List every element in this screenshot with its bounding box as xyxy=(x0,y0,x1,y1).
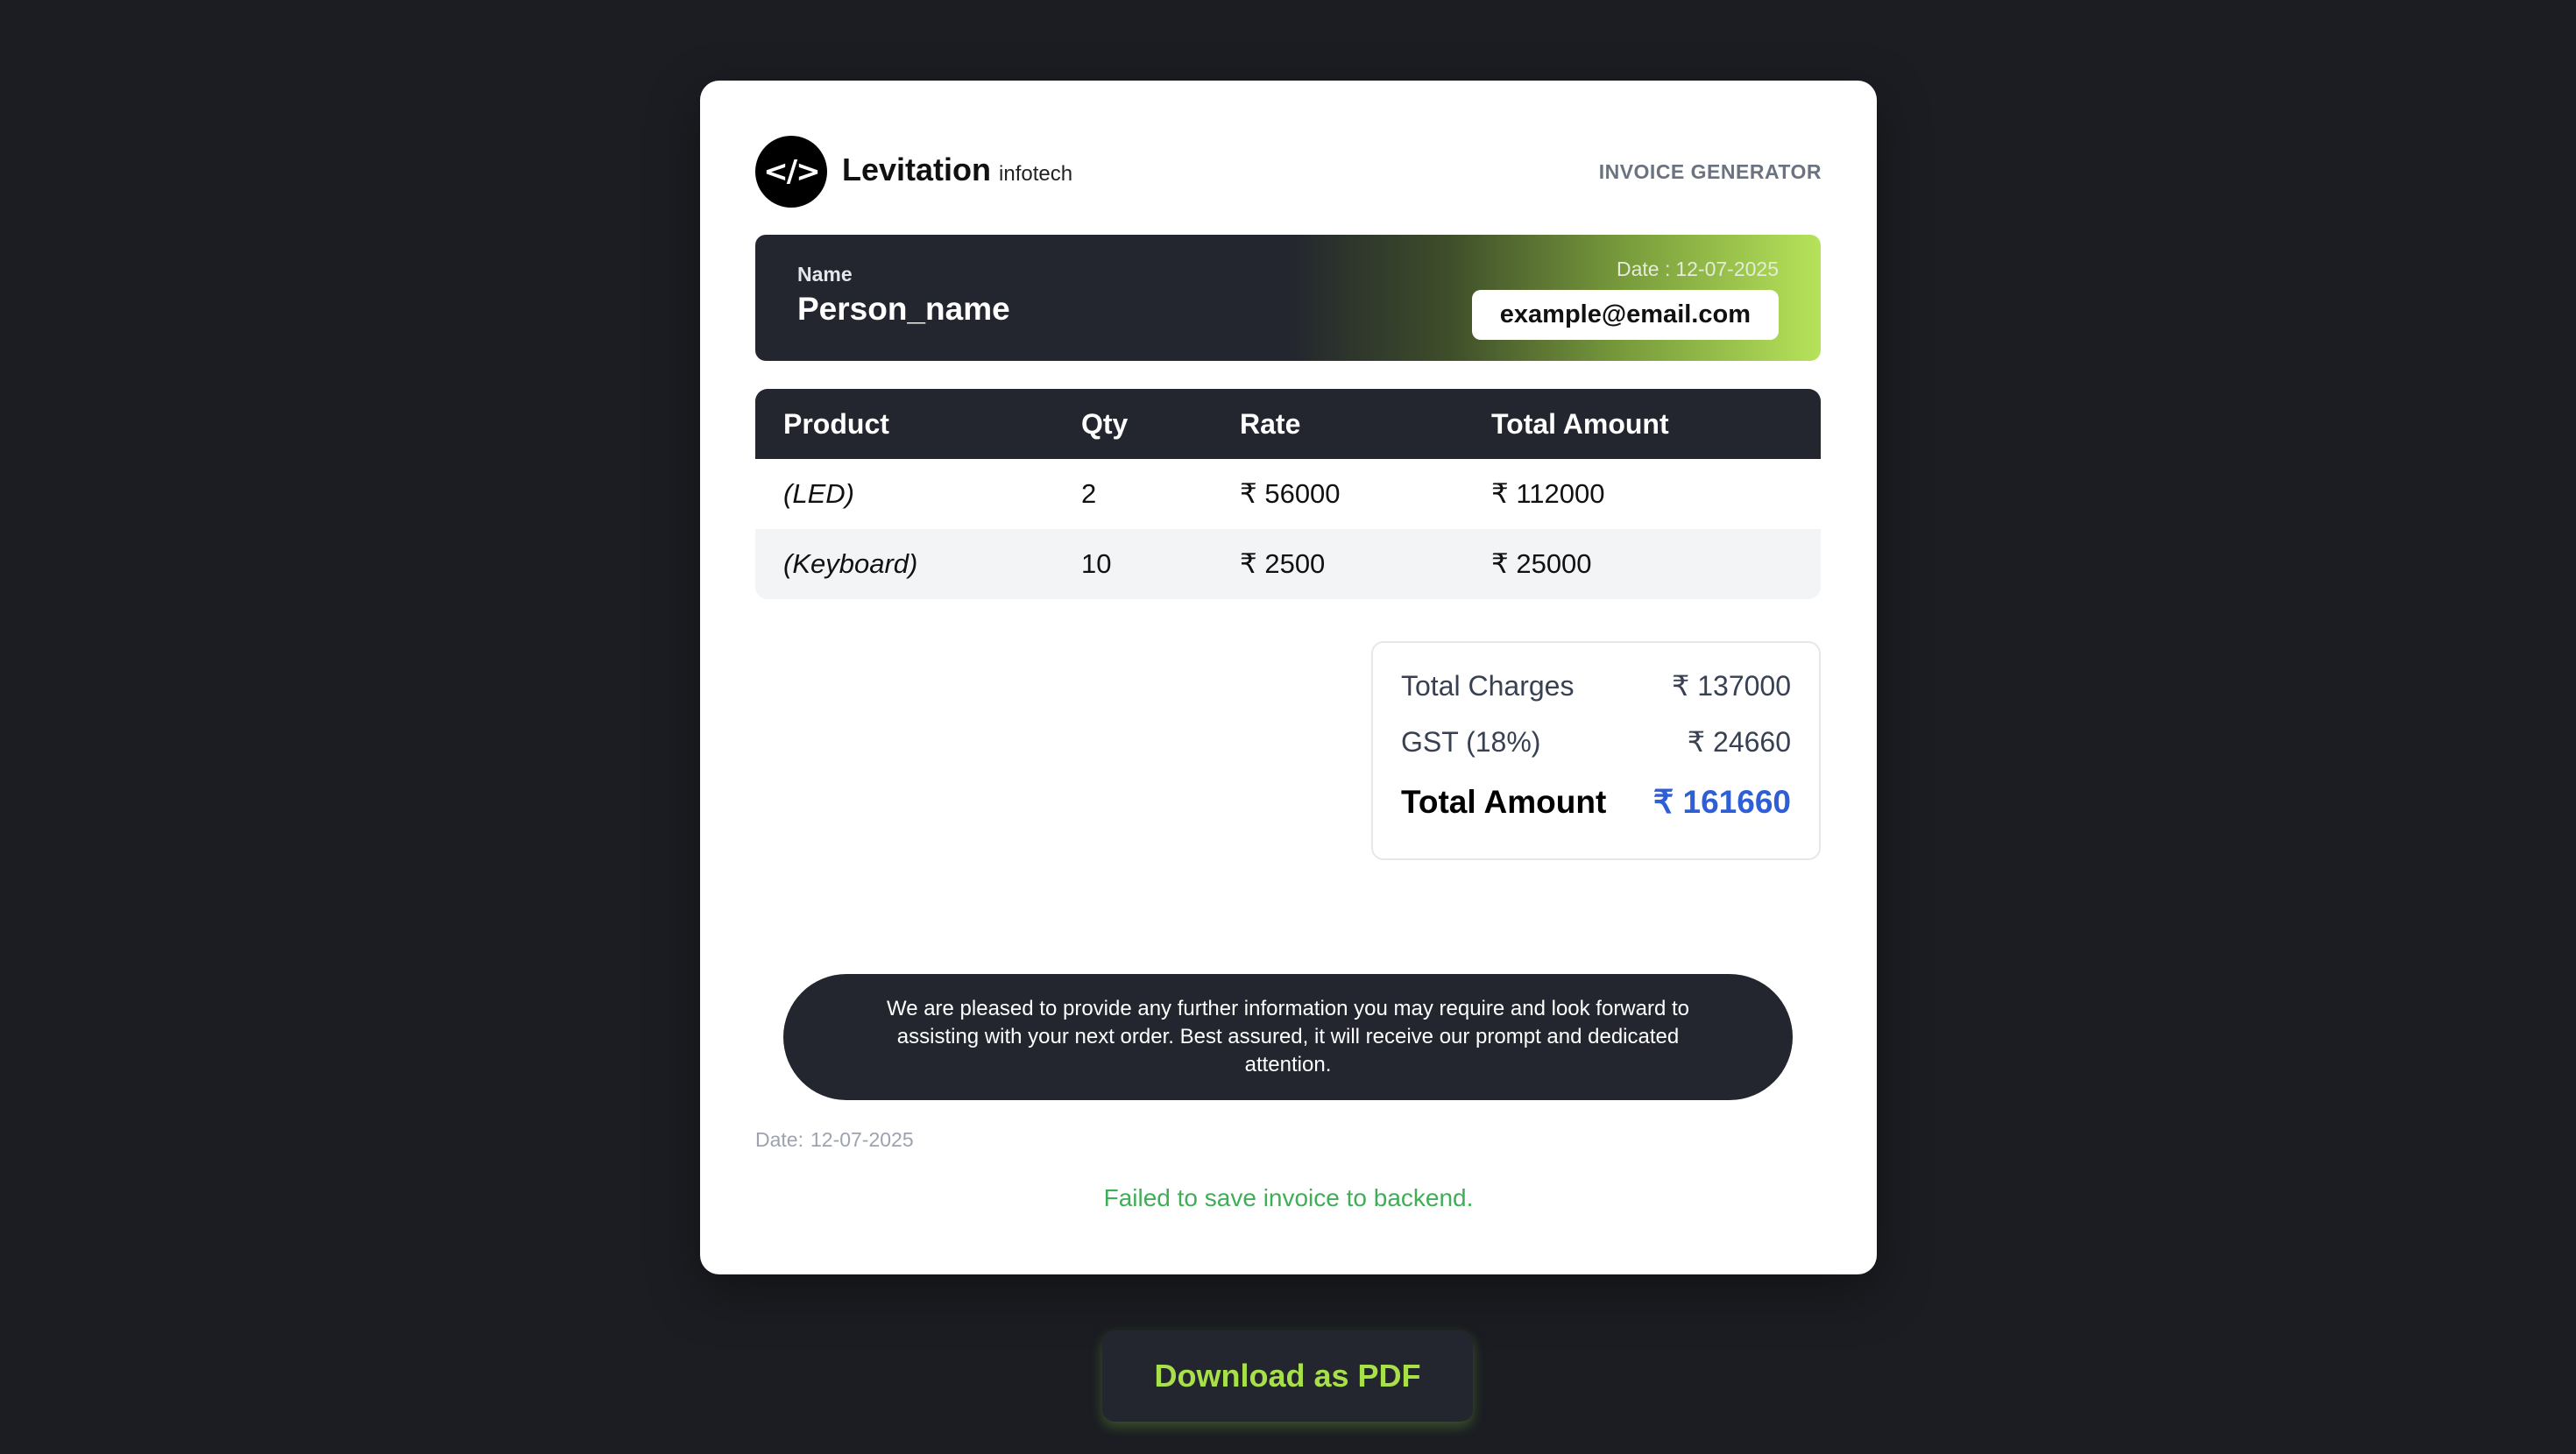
customer-banner: Name Person_name Date : 12-07-2025 examp… xyxy=(755,235,1821,361)
footer-date-label: Date: xyxy=(755,1128,803,1151)
total-cell: ₹ 25000 xyxy=(1491,548,1592,579)
brand-name: Levitation xyxy=(842,152,992,187)
invoice-date-label: Date : xyxy=(1616,258,1671,280)
rate-cell: ₹ 56000 xyxy=(1240,478,1341,509)
closing-note: We are pleased to provide any further in… xyxy=(783,974,1793,1100)
code-logo-icon: </> xyxy=(755,136,827,208)
customer-email: example@email.com xyxy=(1471,290,1779,340)
column-header-total: Total Amount xyxy=(1491,407,1669,440)
rate-cell: ₹ 2500 xyxy=(1240,548,1326,579)
brand-subtitle: infotech xyxy=(999,162,1073,186)
table-header: Product Qty Rate Total Amount xyxy=(755,389,1821,459)
table-row: (Keyboard) 10 ₹ 2500 ₹ 25000 xyxy=(755,529,1821,599)
qty-cell: 2 xyxy=(1081,478,1097,509)
footer-date: Date: 12-07-2025 xyxy=(755,1128,914,1152)
product-cell: (Keyboard) xyxy=(783,548,918,579)
invoice-card: </> Levitation infotech INVOICE GENERATO… xyxy=(700,81,1877,1274)
total-charges-row: Total Charges ₹ 137000 xyxy=(1401,669,1791,702)
column-header-qty: Qty xyxy=(1081,407,1129,440)
product-cell: (LED) xyxy=(783,478,854,509)
products-table: Product Qty Rate Total Amount (LED) 2 ₹ … xyxy=(755,389,1821,599)
gst-row: GST (18%) ₹ 24660 xyxy=(1401,725,1791,759)
name-label: Name xyxy=(797,263,853,286)
totals-summary: Total Charges ₹ 137000 GST (18%) ₹ 24660… xyxy=(1371,641,1821,860)
gst-label: GST (18%) xyxy=(1401,725,1541,758)
brand: Levitation infotech xyxy=(842,152,1072,188)
gst-value: ₹ 24660 xyxy=(1687,726,1791,758)
grand-total-row: Total Amount ₹ 161660 xyxy=(1401,783,1791,821)
footer-date-value: 12-07-2025 xyxy=(810,1128,914,1151)
total-charges-label: Total Charges xyxy=(1401,669,1575,702)
invoice-date-value: 12-07-2025 xyxy=(1675,258,1779,280)
column-header-rate: Rate xyxy=(1240,407,1301,440)
closing-note-text: We are pleased to provide any further in… xyxy=(886,997,1690,1076)
total-cell: ₹ 112000 xyxy=(1491,478,1605,509)
invoice-date: Date : 12-07-2025 xyxy=(1617,258,1779,281)
invoice-header: </> Levitation infotech INVOICE GENERATO… xyxy=(755,136,1822,208)
total-charges-value: ₹ 137000 xyxy=(1671,670,1791,702)
page-title: INVOICE GENERATOR xyxy=(1598,160,1822,183)
grand-total-label: Total Amount xyxy=(1401,783,1607,820)
column-header-product: Product xyxy=(783,407,889,440)
customer-name: Person_name xyxy=(797,291,1010,327)
table-row: (LED) 2 ₹ 56000 ₹ 112000 xyxy=(755,459,1821,529)
qty-cell: 10 xyxy=(1081,548,1112,579)
grand-total-value: ₹ 161660 xyxy=(1652,784,1791,820)
download-pdf-button[interactable]: Download as PDF xyxy=(1102,1330,1473,1422)
save-status-message: Failed to save invoice to backend. xyxy=(1103,1184,1474,1211)
